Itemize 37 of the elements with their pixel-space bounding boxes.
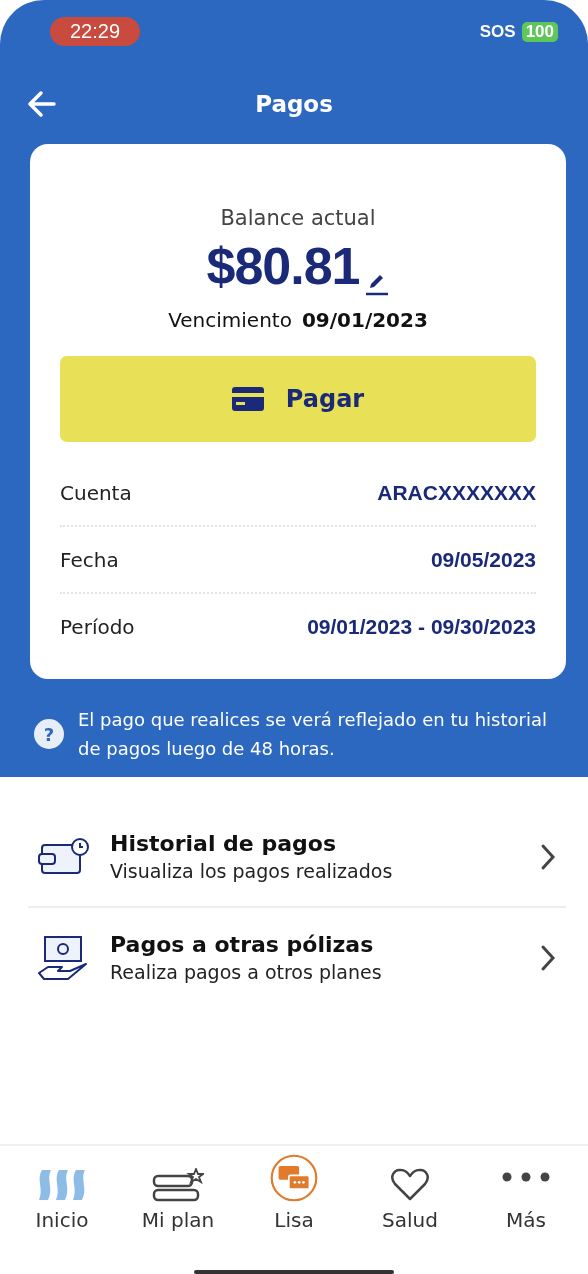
menu-subtitle: Visualiza los pagos realizados bbox=[110, 860, 394, 882]
detail-value: 09/01/2023 - 09/30/2023 bbox=[307, 614, 536, 639]
menu-item[interactable]: Historial de pagos Visualiza los pagos realizados bbox=[28, 807, 566, 906]
tab-item[interactable]: Inicio bbox=[7, 1154, 117, 1232]
heart-icon bbox=[390, 1168, 430, 1202]
detail-value: 09/05/2023 bbox=[430, 547, 536, 572]
detail-label: Fecha bbox=[60, 547, 119, 572]
due-date: 09/01/2023 bbox=[301, 308, 428, 332]
tab-item[interactable]: Mi plan bbox=[123, 1154, 233, 1232]
help-icon[interactable]: ? bbox=[34, 719, 64, 749]
tab-item[interactable]: Lisa bbox=[239, 1154, 349, 1232]
menu-title: Historial de pagos bbox=[110, 831, 337, 856]
credit-card-icon bbox=[231, 387, 264, 411]
battery-level: 100 bbox=[521, 22, 558, 42]
tab-item[interactable]: Salud bbox=[355, 1154, 465, 1232]
due-label: Vencimiento bbox=[168, 308, 292, 332]
chevron-right-icon bbox=[540, 943, 556, 972]
balance-amount: $80.81 bbox=[206, 236, 360, 296]
notice-text: El pago que realices se verá reflejado en tu historial de pagos luego de 48 horas. bbox=[78, 708, 548, 761]
list-star-icon bbox=[152, 1168, 204, 1202]
back-icon[interactable] bbox=[26, 88, 58, 120]
wallet-clock-icon bbox=[38, 836, 90, 877]
tab-item[interactable]: Más bbox=[471, 1154, 581, 1232]
menu-title: Pagos a otras pólizas bbox=[110, 932, 375, 957]
menu-item[interactable]: Pagos a otras pólizas Realiza pagos a otros planes bbox=[28, 906, 566, 1007]
more-icon bbox=[502, 1172, 550, 1182]
page-title: Pagos bbox=[255, 91, 333, 117]
detail-label: Período bbox=[60, 614, 135, 639]
pay-button[interactable]: Pagar bbox=[60, 356, 536, 442]
balance-label: Balance actual bbox=[220, 206, 376, 230]
hand-money-icon bbox=[38, 934, 90, 981]
detail-label: Cuenta bbox=[60, 480, 132, 505]
chevron-right-icon bbox=[540, 842, 556, 871]
status-time: 22:29 bbox=[50, 16, 141, 46]
carrier-text: SOS bbox=[479, 22, 516, 42]
detail-value: ARACXXXXXXX bbox=[377, 480, 536, 505]
menu-subtitle: Realiza pagos a otros planes bbox=[110, 961, 383, 983]
